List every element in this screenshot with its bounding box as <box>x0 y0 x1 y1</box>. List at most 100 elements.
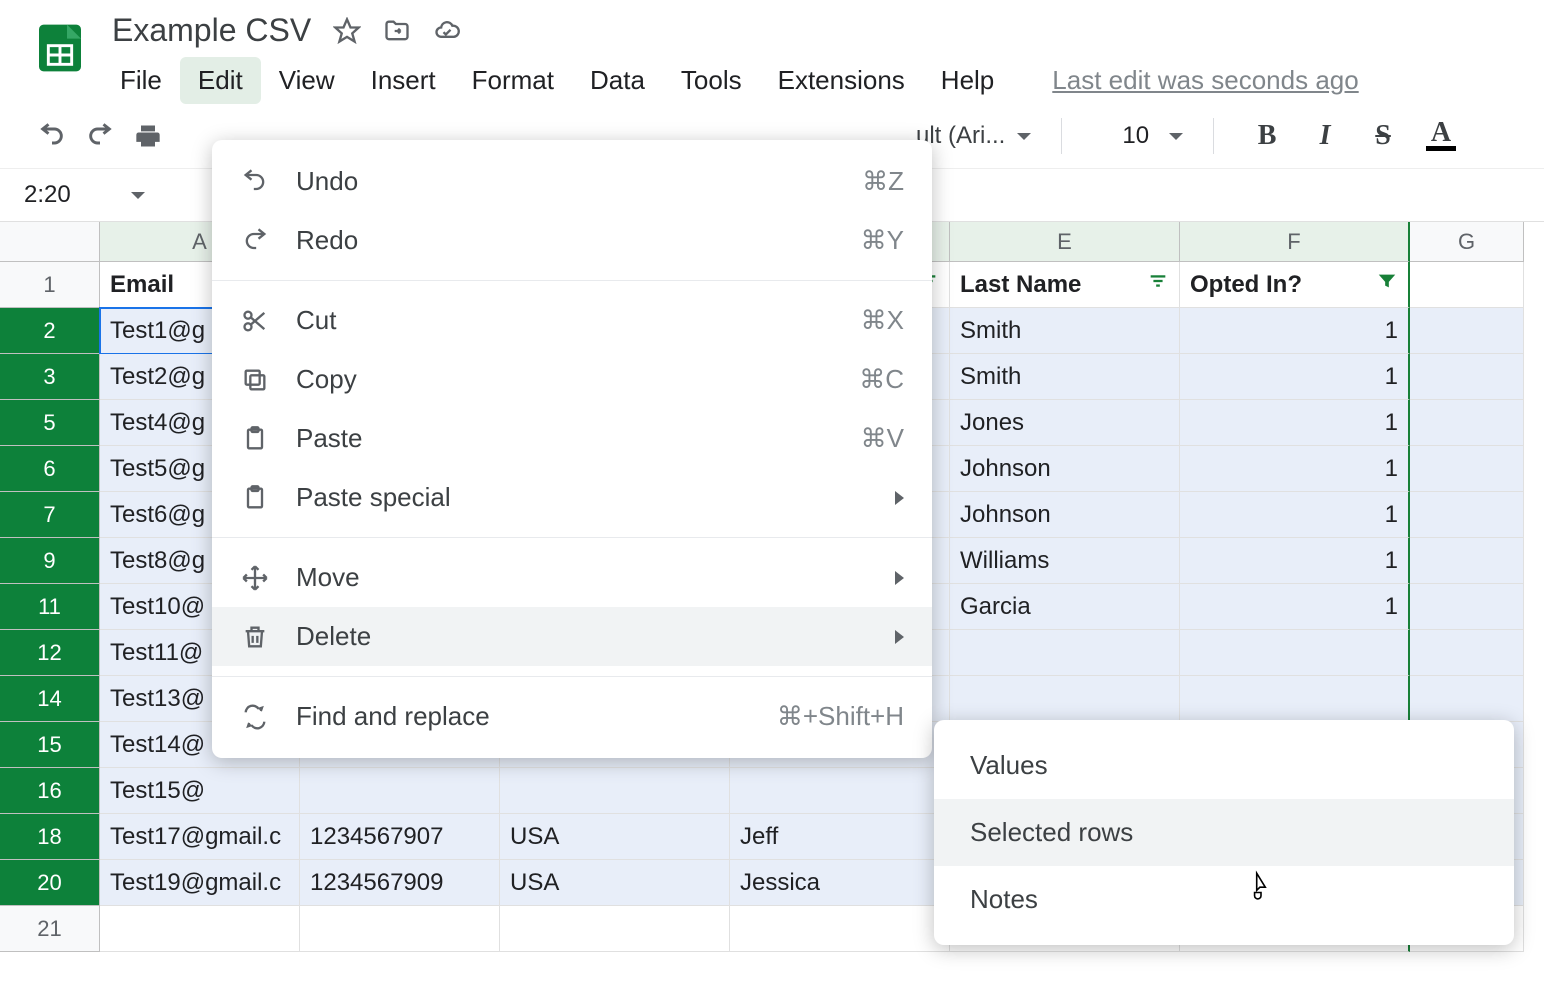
filter-active-icon[interactable] <box>1376 270 1398 299</box>
menu-data[interactable]: Data <box>572 57 663 104</box>
cell-D21[interactable] <box>730 906 950 952</box>
cell-G12[interactable] <box>1410 630 1524 676</box>
document-title[interactable]: Example CSV <box>112 12 311 49</box>
row-header-18[interactable]: 18 <box>0 814 100 860</box>
cell-F2[interactable]: 1 <box>1180 308 1410 354</box>
menu-item-redo[interactable]: Redo ⌘Y <box>212 211 932 270</box>
redo-icon[interactable] <box>84 120 116 152</box>
cell-B21[interactable] <box>300 906 500 952</box>
cell-E9[interactable]: Williams <box>950 538 1180 584</box>
cell-F3[interactable]: 1 <box>1180 354 1410 400</box>
row-header-20[interactable]: 20 <box>0 860 100 906</box>
cell-G14[interactable] <box>1410 676 1524 722</box>
submenu-notes[interactable]: Notes <box>934 866 1514 933</box>
cell-F9[interactable]: 1 <box>1180 538 1410 584</box>
star-icon[interactable] <box>333 17 361 45</box>
row-header-12[interactable]: 12 <box>0 630 100 676</box>
cell-C18[interactable]: USA <box>500 814 730 860</box>
cell-F12[interactable] <box>1180 630 1410 676</box>
cell-E7[interactable]: Johnson <box>950 492 1180 538</box>
cell-D20[interactable]: Jessica <box>730 860 950 906</box>
cell-E3[interactable]: Smith <box>950 354 1180 400</box>
cell-B18[interactable]: 1234567907 <box>300 814 500 860</box>
col-header-G[interactable]: G <box>1410 222 1524 262</box>
cell-E5[interactable]: Jones <box>950 400 1180 446</box>
undo-icon[interactable] <box>36 120 68 152</box>
menu-item-move[interactable]: Move <box>212 548 932 607</box>
cell-E12[interactable] <box>950 630 1180 676</box>
font-size-select[interactable]: 10 <box>1122 122 1183 150</box>
menu-file[interactable]: File <box>102 57 180 104</box>
cell-F5[interactable]: 1 <box>1180 400 1410 446</box>
menu-item-paste-special[interactable]: Paste special <box>212 468 932 527</box>
cell-D18[interactable]: Jeff <box>730 814 950 860</box>
row-header-11[interactable]: 11 <box>0 584 100 630</box>
cell-F7[interactable]: 1 <box>1180 492 1410 538</box>
move-folder-icon[interactable] <box>383 17 411 45</box>
row-header-15[interactable]: 15 <box>0 722 100 768</box>
menu-view[interactable]: View <box>261 57 353 104</box>
cell-A20[interactable]: Test19@gmail.c <box>100 860 300 906</box>
cell-E14[interactable] <box>950 676 1180 722</box>
menu-item-undo[interactable]: Undo ⌘Z <box>212 152 932 211</box>
menu-extensions[interactable]: Extensions <box>760 57 923 104</box>
cell-B16[interactable] <box>300 768 500 814</box>
row-header-5[interactable]: 5 <box>0 400 100 446</box>
menu-edit[interactable]: Edit <box>180 57 261 104</box>
menu-item-find-replace[interactable]: Find and replace ⌘+Shift+H <box>212 687 932 746</box>
select-all-corner[interactable] <box>0 222 100 262</box>
cell-G1[interactable] <box>1410 262 1524 308</box>
col-header-F[interactable]: F <box>1180 222 1410 262</box>
cell-G2[interactable] <box>1410 308 1524 354</box>
menu-item-delete[interactable]: Delete <box>212 607 932 666</box>
row-header-3[interactable]: 3 <box>0 354 100 400</box>
menu-item-cut[interactable]: Cut ⌘X <box>212 291 932 350</box>
menu-item-copy[interactable]: Copy ⌘C <box>212 350 932 409</box>
row-header-2[interactable]: 2 <box>0 308 100 354</box>
row-header-21[interactable]: 21 <box>0 906 100 952</box>
cell-E2[interactable]: Smith <box>950 308 1180 354</box>
cell-A16[interactable]: Test15@ <box>100 768 300 814</box>
cell-F6[interactable]: 1 <box>1180 446 1410 492</box>
cell-E6[interactable]: Johnson <box>950 446 1180 492</box>
submenu-selected-rows[interactable]: Selected rows <box>934 799 1514 866</box>
cell-G7[interactable] <box>1410 492 1524 538</box>
menu-format[interactable]: Format <box>454 57 572 104</box>
cell-E11[interactable]: Garcia <box>950 584 1180 630</box>
row-header-14[interactable]: 14 <box>0 676 100 722</box>
cell-A18[interactable]: Test17@gmail.c <box>100 814 300 860</box>
row-header-16[interactable]: 16 <box>0 768 100 814</box>
cell-D16[interactable] <box>730 768 950 814</box>
cell-G5[interactable] <box>1410 400 1524 446</box>
menu-help[interactable]: Help <box>923 57 1012 104</box>
strikethrough-icon[interactable]: S <box>1368 121 1398 151</box>
row-header-1[interactable]: 1 <box>0 262 100 308</box>
menu-insert[interactable]: Insert <box>353 57 454 104</box>
cell-G3[interactable] <box>1410 354 1524 400</box>
cell-A21[interactable] <box>100 906 300 952</box>
cell-C16[interactable] <box>500 768 730 814</box>
cloud-status-icon[interactable] <box>433 17 461 45</box>
cell-F11[interactable]: 1 <box>1180 584 1410 630</box>
cell-F14[interactable] <box>1180 676 1410 722</box>
text-color-icon[interactable]: A <box>1426 121 1456 151</box>
cell-E1[interactable]: Last Name <box>950 262 1180 308</box>
cell-C20[interactable]: USA <box>500 860 730 906</box>
row-header-6[interactable]: 6 <box>0 446 100 492</box>
name-box[interactable]: 2:20 <box>14 177 155 213</box>
bold-icon[interactable]: B <box>1252 121 1282 151</box>
row-header-7[interactable]: 7 <box>0 492 100 538</box>
last-edit-link[interactable]: Last edit was seconds ago <box>1052 65 1358 96</box>
sheets-logo-icon[interactable] <box>32 20 88 76</box>
menu-tools[interactable]: Tools <box>663 57 760 104</box>
col-header-E[interactable]: E <box>950 222 1180 262</box>
row-header-9[interactable]: 9 <box>0 538 100 584</box>
submenu-values[interactable]: Values <box>934 732 1514 799</box>
cell-C21[interactable] <box>500 906 730 952</box>
italic-icon[interactable]: I <box>1310 121 1340 151</box>
cell-G9[interactable] <box>1410 538 1524 584</box>
font-family-select[interactable]: ult (Ari... <box>916 122 1031 150</box>
cell-B20[interactable]: 1234567909 <box>300 860 500 906</box>
cell-F1[interactable]: Opted In? <box>1180 262 1410 308</box>
filter-icon[interactable] <box>1147 270 1169 299</box>
